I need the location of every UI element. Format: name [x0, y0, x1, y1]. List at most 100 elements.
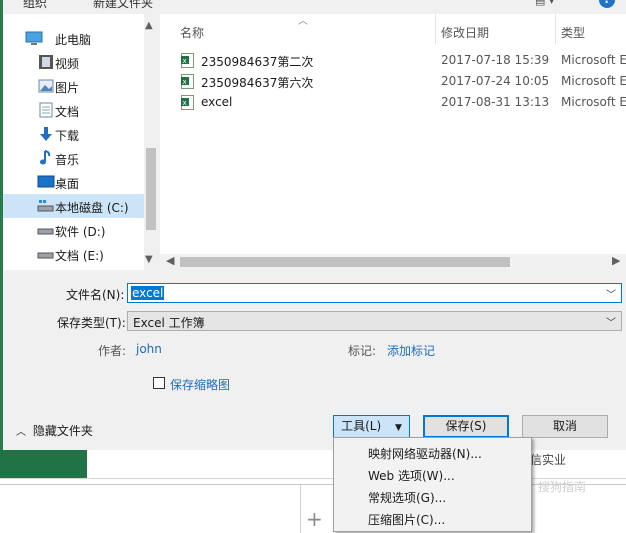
nav-item-videos[interactable]: 视频	[3, 50, 144, 74]
scroll-down-icon[interactable]: ▼	[145, 254, 153, 265]
background-cell-text: 信实业	[530, 453, 567, 467]
file-name: 2350984637第六次	[201, 76, 314, 90]
nav-scrollbar[interactable]	[144, 14, 158, 270]
drive-icon	[37, 228, 54, 235]
add-sheet-icon[interactable]: +	[306, 509, 323, 529]
author-label: 作者:	[98, 344, 127, 358]
file-modified: 2017-07-24 10:05	[441, 74, 550, 88]
sheet-row-line	[0, 478, 626, 479]
chevron-down-icon[interactable]: ﹀	[606, 286, 616, 301]
column-separator[interactable]	[435, 14, 436, 44]
menu-item-general-options[interactable]: 常规选项(G)...	[368, 489, 446, 506]
filetype-label: 保存类型(T):	[57, 316, 126, 330]
hide-folders-label: 隐藏文件夹	[32, 424, 93, 438]
svg-text:x: x	[183, 57, 187, 65]
file-row[interactable]: x excel 2017-08-31 13:13 Microsoft E	[178, 93, 626, 113]
nav-item-label: 图片	[55, 81, 80, 95]
nav-item-software-d[interactable]: 软件 (D:)	[3, 218, 144, 242]
nav-item-label: 文档 (E:)	[55, 249, 104, 263]
drive-icon	[37, 200, 54, 212]
nav-item-desktop[interactable]: 桌面	[3, 170, 144, 194]
cancel-button[interactable]: 取消	[522, 415, 608, 438]
nav-item-this-pc[interactable]: 此电脑	[3, 26, 144, 50]
nav-item-documents[interactable]: 文档	[3, 98, 144, 122]
filename-label: 文件名(N):	[66, 288, 125, 302]
filetype-value: Excel 工作簿	[133, 316, 205, 330]
chevron-down-icon[interactable]: ﹀	[606, 314, 616, 329]
tools-menu: 映射网络驱动器(N)... Web 选项(W)... 常规选项(G)... 压缩…	[333, 437, 532, 532]
save-thumbnail-checkbox[interactable]	[153, 377, 165, 389]
file-modified: 2017-08-31 13:13	[441, 95, 550, 109]
computer-icon	[25, 31, 43, 45]
scroll-up-icon[interactable]: ▲	[145, 20, 153, 31]
nav-item-label: 本地磁盘 (C:)	[55, 201, 129, 215]
sheet-tab-divider	[300, 485, 301, 533]
desktop-icon	[37, 175, 55, 188]
nav-item-label: 软件 (D:)	[55, 225, 106, 239]
watermark: 搜狗指南	[538, 480, 587, 494]
excel-file-icon: x	[181, 74, 194, 89]
nav-item-label: 下载	[55, 129, 80, 143]
nav-item-label: 音乐	[55, 153, 80, 167]
navigation-pane: 此电脑 视频 图片 文档 下载 音乐 桌面 本地磁盘 (C:) 软件 (D:) …	[3, 14, 144, 270]
column-header-modified[interactable]: 修改日期	[441, 24, 489, 41]
drive-icon	[37, 252, 54, 259]
column-separator[interactable]	[555, 14, 556, 44]
nav-item-documents-e[interactable]: 文档 (E:)	[3, 242, 144, 266]
help-icon[interactable]: ?	[599, 0, 615, 8]
sheet-divider	[0, 484, 626, 485]
excel-file-icon: x	[181, 53, 194, 68]
nav-item-label: 文档	[55, 105, 80, 119]
nav-item-label: 视频	[55, 57, 80, 71]
menu-item-web-options[interactable]: Web 选项(W)...	[368, 467, 455, 484]
nav-scrollbar-thumb[interactable]	[146, 148, 156, 230]
download-arrow-icon	[40, 127, 52, 141]
hide-folders-toggle[interactable]: ︿ 隐藏文件夹	[16, 422, 93, 439]
file-type: Microsoft E	[561, 53, 626, 67]
menu-item-map-network-drive[interactable]: 映射网络驱动器(N)...	[368, 445, 482, 462]
save-thumbnail-label[interactable]: 保存缩略图	[170, 376, 230, 393]
nav-item-label: 此电脑	[55, 33, 92, 47]
video-folder-icon	[39, 55, 53, 69]
scroll-left-icon[interactable]: ◀	[166, 254, 174, 267]
svg-text:x: x	[183, 99, 187, 107]
file-name: 2350984637第二次	[201, 55, 314, 69]
excel-green-tab	[0, 446, 87, 478]
dropdown-arrow-icon: ▼	[394, 423, 402, 433]
organize-button[interactable]: 组织	[23, 0, 47, 11]
tags-value[interactable]: 添加标记	[387, 342, 435, 359]
sort-ascending-icon: ︿	[298, 16, 308, 27]
filename-value: excel	[131, 286, 165, 300]
file-name: excel	[201, 95, 233, 109]
excel-file-icon: x	[181, 95, 194, 110]
column-header-type[interactable]: 类型	[561, 24, 585, 41]
tags-label: 标记:	[348, 344, 377, 358]
view-options-icon[interactable]: ▤ ▾	[535, 0, 554, 7]
save-button[interactable]: 保存(S)	[423, 415, 509, 438]
horizontal-scrollbar-thumb[interactable]	[180, 257, 510, 267]
tools-label: 工具(L)	[341, 419, 382, 433]
file-row[interactable]: x 2350984637第六次 2017-07-24 10:05 Microso…	[178, 72, 626, 92]
nav-item-local-disk-c[interactable]: 本地磁盘 (C:)	[3, 194, 144, 218]
pictures-folder-icon	[38, 79, 54, 93]
filetype-select[interactable]: Excel 工作簿 ﹀	[127, 311, 622, 331]
music-note-icon	[40, 150, 51, 165]
nav-item-pictures[interactable]: 图片	[3, 74, 144, 98]
menu-item-compress-pictures[interactable]: 压缩图片(C)...	[368, 511, 445, 528]
author-value[interactable]: john	[136, 342, 162, 356]
documents-folder-icon	[39, 102, 53, 118]
file-type: Microsoft E	[561, 74, 626, 88]
filename-input[interactable]: excel ﹀	[127, 283, 622, 303]
file-row[interactable]: x 2350984637第二次 2017-07-18 15:39 Microso…	[178, 51, 626, 71]
dialog-toolbar: 组织 新建文件夹 ▤ ▾ ?	[3, 0, 626, 14]
nav-item-music[interactable]: 音乐	[3, 146, 144, 170]
new-folder-button[interactable]: 新建文件夹	[93, 0, 153, 11]
nav-item-label: 桌面	[55, 177, 80, 191]
nav-item-downloads[interactable]: 下载	[3, 122, 144, 146]
svg-text:x: x	[183, 78, 187, 86]
scroll-right-icon[interactable]: ▶	[612, 254, 620, 267]
file-list	[160, 14, 626, 254]
column-header-name[interactable]: 名称	[180, 24, 204, 41]
chevron-up-icon: ︿	[16, 427, 26, 438]
tools-button[interactable]: 工具(L) ▼	[333, 415, 410, 438]
